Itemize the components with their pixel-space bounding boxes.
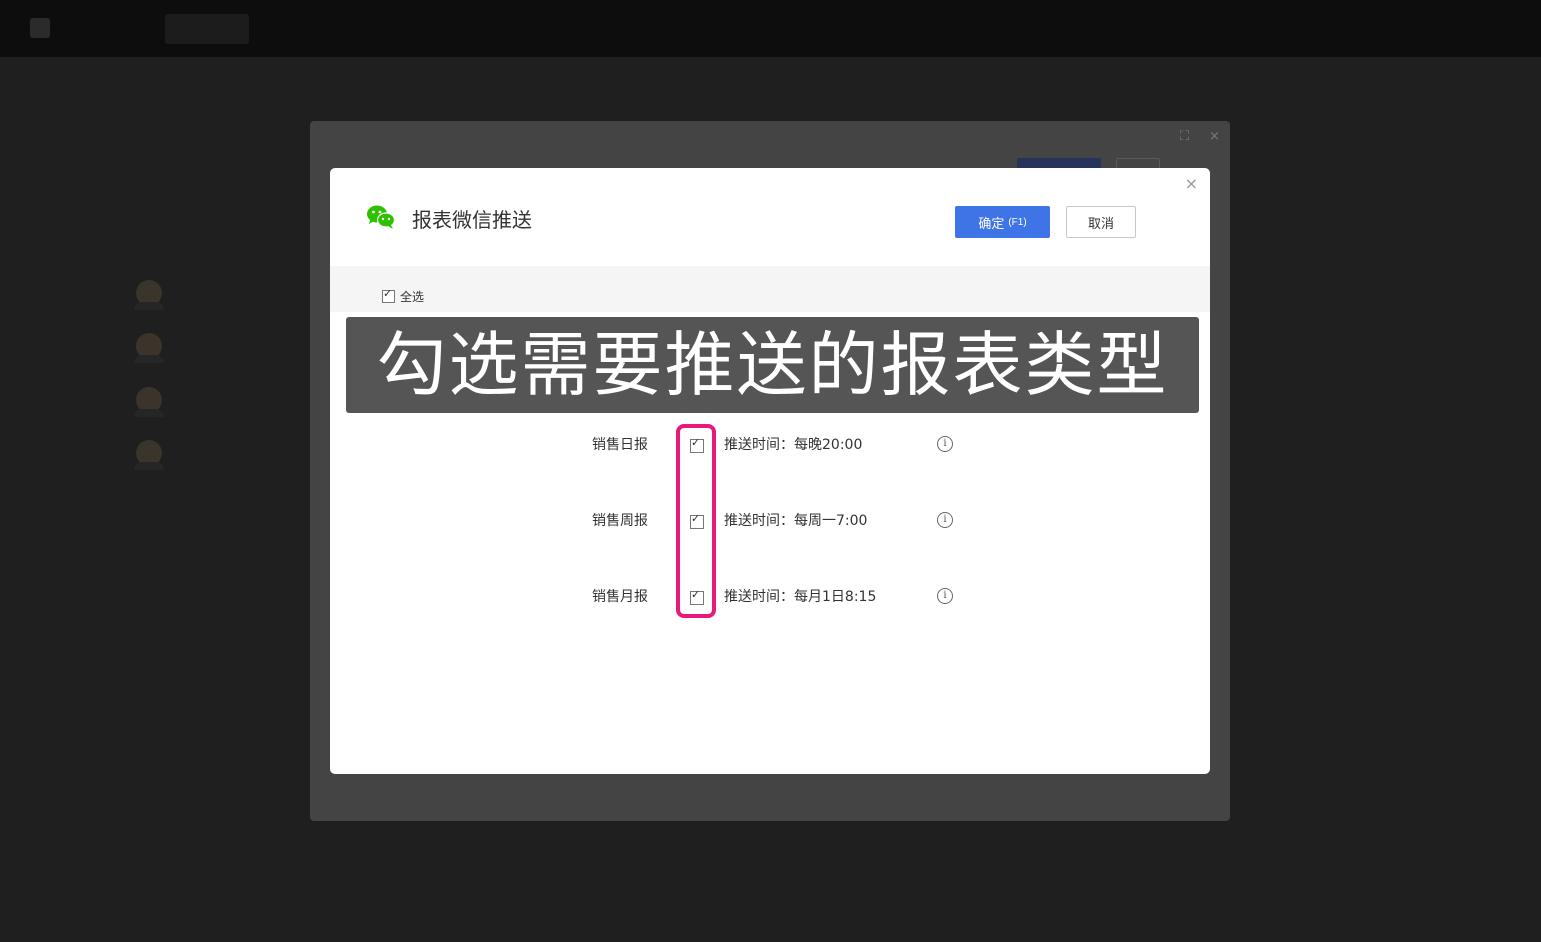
info-icon[interactable]: i: [937, 436, 953, 452]
select-all-label: 全选: [400, 290, 425, 304]
report-schedule: 推送时间：每周一7:00: [724, 513, 868, 529]
report-name: 销售月报: [592, 589, 648, 605]
confirm-button[interactable]: 确定 (F1): [955, 206, 1050, 238]
select-all-checkbox[interactable]: 全选: [382, 287, 425, 305]
report-schedule: 推送时间：每月1日8:15: [724, 589, 877, 605]
confirm-shortcut: (F1): [1008, 216, 1027, 228]
close-icon[interactable]: ×: [1185, 174, 1198, 193]
report-row-monthly: 销售月报 推送时间：每月1日8:15 i: [330, 587, 1210, 611]
tutorial-caption: 勾选需要推送的报表类型: [346, 317, 1199, 413]
report-row-weekly: 销售周报 推送时间：每周一7:00 i: [330, 511, 1210, 535]
avatar: [134, 440, 164, 470]
report-row-daily: 销售日报 推送时间：每晚20:00 i: [330, 435, 1210, 459]
wechat-push-modal: × 报表微信推送 确定 (F1) 取消 全选 销售日报 推送时间：每晚20:00…: [330, 168, 1210, 774]
select-all-bar: [330, 266, 1210, 312]
confirm-label: 确定: [978, 215, 1005, 231]
avatar: [134, 333, 164, 363]
avatar: [134, 280, 164, 310]
report-name: 销售日报: [592, 437, 648, 453]
caption-text: 勾选需要推送的报表类型: [376, 324, 1169, 406]
avatar: [134, 387, 164, 417]
app-logo: [30, 18, 50, 38]
select-all-check-icon[interactable]: [382, 287, 395, 303]
info-icon[interactable]: i: [937, 588, 953, 604]
nav-active-pill[interactable]: [165, 14, 249, 44]
info-icon[interactable]: i: [937, 512, 953, 528]
report-schedule: 推送时间：每晚20:00: [724, 437, 863, 453]
checkbox-highlight: [676, 424, 716, 618]
modal-title: 报表微信推送: [412, 208, 532, 232]
cancel-button[interactable]: 取消: [1066, 206, 1136, 238]
report-name: 销售周报: [592, 513, 648, 529]
outer-close-icon[interactable]: ×: [1209, 129, 1220, 144]
fullscreen-icon[interactable]: ⛶: [1180, 129, 1189, 144]
wechat-icon: [367, 205, 396, 229]
top-bar: [0, 0, 1541, 57]
